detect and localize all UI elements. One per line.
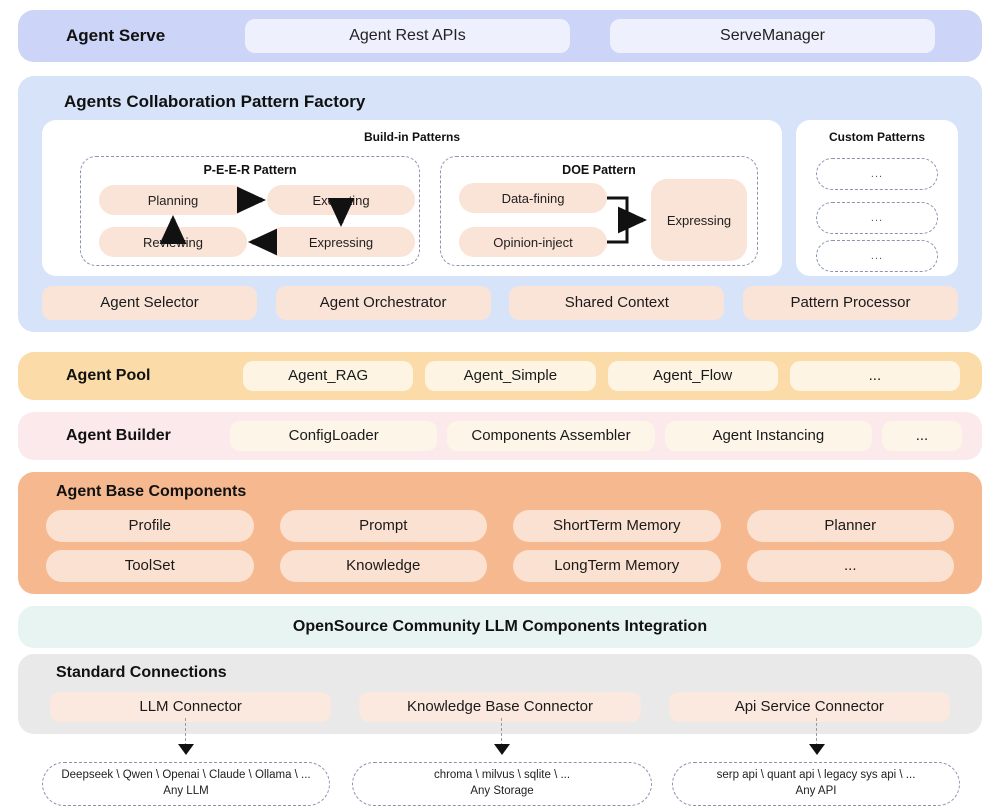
planner-box[interactable]: Planner xyxy=(746,510,954,542)
opensource-integration-title: OpenSource Community LLM Components Inte… xyxy=(292,618,708,635)
custom-pattern-slot[interactable]: ... xyxy=(816,158,938,190)
prompt-box[interactable]: Prompt xyxy=(279,510,487,542)
agent-pool-title: Agent Pool xyxy=(66,367,151,384)
custom-patterns-title: Custom Patterns xyxy=(828,130,926,144)
any-llm-terminal: Deepseek \ Qwen \ Openai \ Claude \ Olla… xyxy=(42,762,330,806)
doe-node-expressing[interactable]: Expressing xyxy=(651,179,747,261)
api-service-connector-box[interactable]: Api Service Connector xyxy=(668,692,950,722)
standard-connections-band: Standard Connections LLM Connector Knowl… xyxy=(18,654,982,734)
agent-simple-box[interactable]: Agent_Simple xyxy=(425,361,596,391)
peer-node-executing[interactable]: Executing xyxy=(267,185,415,215)
peer-node-reviewing[interactable]: Reviewing xyxy=(99,227,247,257)
custom-pattern-slot[interactable]: ... xyxy=(816,202,938,234)
config-loader-box[interactable]: ConfigLoader xyxy=(230,421,438,451)
serve-manager-box[interactable]: ServeManager xyxy=(610,19,935,53)
doe-pattern-title: DOE Pattern xyxy=(562,163,636,177)
longterm-memory-box[interactable]: LongTerm Memory xyxy=(513,550,721,582)
doe-pattern-group: DOE Pattern Data-fining Opinion-inject E… xyxy=(440,156,758,266)
agent-builder-band: Agent Builder ConfigLoader Components As… xyxy=(18,412,982,460)
doe-node-data-fining[interactable]: Data-fining xyxy=(459,183,607,213)
builtin-patterns-card: Build-in Patterns P-E-E-R Pattern Planni… xyxy=(42,120,782,276)
knowledge-box[interactable]: Knowledge xyxy=(279,550,487,582)
shared-context-box[interactable]: Shared Context xyxy=(509,286,725,320)
agent-pool-more-box[interactable]: ... xyxy=(789,361,960,391)
any-api-label: Any API xyxy=(795,785,837,797)
knowledge-base-connector-box[interactable]: Knowledge Base Connector xyxy=(359,692,641,722)
agent-base-components-title: Agent Base Components xyxy=(56,483,247,500)
any-api-providers: serp api \ quant api \ legacy sys api \ … xyxy=(716,769,916,782)
agent-builder-items: ConfigLoader Components Assembler Agent … xyxy=(230,421,962,451)
opensource-integration-band: OpenSource Community LLM Components Inte… xyxy=(18,606,982,648)
standard-connections-title: Standard Connections xyxy=(56,664,227,681)
peer-pattern-title: P-E-E-R Pattern xyxy=(203,163,297,177)
llm-connector-line xyxy=(185,718,186,746)
shortterm-memory-box[interactable]: ShortTerm Memory xyxy=(513,510,721,542)
any-storage-providers: chroma \ milvus \ sqlite \ ... xyxy=(433,769,571,782)
peer-node-planning[interactable]: Planning xyxy=(99,185,247,215)
factory-services-row: Agent Selector Agent Orchestrator Shared… xyxy=(42,286,958,320)
base-components-row: ToolSet Knowledge LongTerm Memory ... xyxy=(46,550,954,582)
agent-builder-more-box[interactable]: ... xyxy=(881,421,962,451)
knowledge-connector-line xyxy=(501,718,502,746)
agent-base-components-band: Agent Base Components Profile Prompt Sho… xyxy=(18,472,982,594)
llm-connector-arrow-icon xyxy=(178,744,194,755)
api-connector-line xyxy=(816,718,817,746)
doe-node-opinion-inject[interactable]: Opinion-inject xyxy=(459,227,607,257)
toolset-box[interactable]: ToolSet xyxy=(46,550,254,582)
agent-rag-box[interactable]: Agent_RAG xyxy=(243,361,414,391)
peer-node-expressing[interactable]: Expressing xyxy=(267,227,415,257)
profile-box[interactable]: Profile xyxy=(46,510,254,542)
agent-pool-items: Agent_RAG Agent_Simple Agent_Flow ... xyxy=(243,361,960,391)
any-llm-providers: Deepseek \ Qwen \ Openai \ Claude \ Olla… xyxy=(61,769,311,782)
peer-pattern-group: P-E-E-R Pattern Planning Executing Revie… xyxy=(80,156,420,266)
agent-serve-band: Agent Serve Agent Rest APIs ServeManager xyxy=(18,10,982,62)
architecture-diagram: Agent Serve Agent Rest APIs ServeManager… xyxy=(0,0,1000,812)
components-assembler-box[interactable]: Components Assembler xyxy=(447,421,655,451)
base-components-more-box[interactable]: ... xyxy=(746,550,954,582)
any-llm-label: Any LLM xyxy=(163,785,209,797)
custom-patterns-card: Custom Patterns ... ... ... xyxy=(796,120,958,276)
custom-pattern-slot[interactable]: ... xyxy=(816,240,938,272)
builtin-patterns-title: Build-in Patterns xyxy=(363,130,460,144)
pattern-processor-box[interactable]: Pattern Processor xyxy=(742,286,958,320)
agent-selector-box[interactable]: Agent Selector xyxy=(42,286,257,320)
agent-serve-title: Agent Serve xyxy=(66,26,166,45)
knowledge-connector-arrow-icon xyxy=(494,744,510,755)
agent-pool-band: Agent Pool Agent_RAG Agent_Simple Agent_… xyxy=(18,352,982,400)
agent-flow-box[interactable]: Agent_Flow xyxy=(607,361,778,391)
pattern-factory-band: Agents Collaboration Pattern Factory Bui… xyxy=(18,76,982,332)
api-connector-arrow-icon xyxy=(809,744,825,755)
agent-orchestrator-box[interactable]: Agent Orchestrator xyxy=(275,286,491,320)
agent-rest-apis-box[interactable]: Agent Rest APIs xyxy=(245,19,570,53)
agent-instancing-box[interactable]: Agent Instancing xyxy=(664,421,872,451)
any-api-terminal: serp api \ quant api \ legacy sys api \ … xyxy=(672,762,960,806)
pattern-factory-title: Agents Collaboration Pattern Factory xyxy=(64,92,366,111)
base-components-row: Profile Prompt ShortTerm Memory Planner xyxy=(46,510,954,542)
any-storage-label: Any Storage xyxy=(470,785,534,797)
any-storage-terminal: chroma \ milvus \ sqlite \ ... Any Stora… xyxy=(352,762,652,806)
llm-connector-box[interactable]: LLM Connector xyxy=(50,692,332,722)
agent-builder-title: Agent Builder xyxy=(66,427,171,444)
